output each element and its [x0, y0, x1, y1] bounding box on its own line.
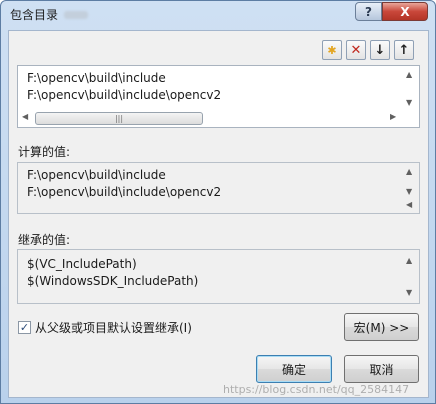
delete-button[interactable]: ✕: [346, 40, 366, 60]
horizontal-scrollbar[interactable]: ◀ ||| ▶: [18, 110, 404, 127]
inherited-label: 继承的值:: [18, 233, 71, 247]
move-down-icon: ↓: [374, 42, 386, 58]
macros-button[interactable]: 宏(M) >>: [344, 313, 419, 341]
scroll-left-icon[interactable]: ◀: [22, 112, 28, 121]
inherit-checkbox-label[interactable]: 从父级或项目默认设置继承(I): [35, 319, 192, 336]
inherited-item: $(VC_IncludePath): [27, 257, 137, 271]
watermark: https://blog.csdn.net/qq_2584147: [223, 383, 410, 396]
title-bar[interactable]: 包含目录 ? X: [1, 1, 435, 29]
checkmark-icon: ✓: [19, 321, 30, 334]
scroll-right-icon[interactable]: ▶: [390, 112, 396, 121]
new-line-icon: ✱: [327, 43, 337, 57]
inherited-list: $(VC_IncludePath) $(WindowsSDK_IncludePa…: [17, 249, 420, 304]
move-down-button[interactable]: ↓: [370, 40, 390, 60]
scroll-left-icon[interactable]: ◀: [406, 200, 412, 209]
close-button[interactable]: X: [382, 2, 428, 21]
evaluated-item: F:\opencv\build\include: [27, 168, 166, 182]
inherit-checkbox-row[interactable]: ✓ 从父级或项目默认设置继承(I): [18, 319, 192, 336]
scroll-up-icon[interactable]: ▲: [406, 256, 412, 265]
cancel-button[interactable]: 取消: [344, 355, 419, 383]
ok-button[interactable]: 确定: [256, 355, 332, 383]
inherit-checkbox[interactable]: ✓: [18, 321, 31, 334]
delete-icon: ✕: [350, 42, 362, 58]
scroll-up-icon[interactable]: ▲: [406, 167, 412, 176]
vertical-scrollbar[interactable]: ▲ ▼ ◀: [402, 163, 419, 213]
evaluated-item: F:\opencv\build\include\opencv2: [27, 185, 222, 199]
vertical-scrollbar[interactable]: ▲ ▼: [402, 66, 419, 112]
scroll-up-icon[interactable]: ▲: [406, 70, 412, 79]
new-line-button[interactable]: ✱: [322, 40, 342, 60]
title-blur: [64, 11, 88, 19]
move-up-button[interactable]: ↑: [394, 40, 414, 60]
directory-list[interactable]: F:\opencv\build\include F:\opencv\build\…: [17, 65, 420, 128]
scroll-thumb[interactable]: |||: [35, 112, 203, 125]
scroll-down-icon[interactable]: ▼: [406, 98, 412, 107]
evaluated-list: F:\opencv\build\include F:\opencv\build\…: [17, 162, 420, 214]
window-title: 包含目录: [10, 8, 59, 22]
scroll-down-icon[interactable]: ▼: [406, 288, 412, 297]
close-icon: X: [400, 4, 410, 19]
move-up-icon: ↑: [398, 42, 410, 58]
dialog-client: ✱ ✕ ↓ ↑ F:\opencv\build\include F:\openc…: [8, 30, 429, 398]
vertical-scrollbar[interactable]: ▲ ▼: [402, 250, 419, 303]
inherited-item: $(WindowsSDK_IncludePath): [27, 274, 199, 288]
dialog-window: 包含目录 ? X ✱ ✕ ↓ ↑ F:\opencv\build\include…: [0, 0, 436, 404]
scroll-down-icon[interactable]: ▼: [406, 187, 412, 196]
help-button[interactable]: ?: [355, 2, 382, 21]
directory-item[interactable]: F:\opencv\build\include\opencv2: [27, 88, 221, 102]
directory-item[interactable]: F:\opencv\build\include: [27, 71, 166, 85]
evaluated-label: 计算的值:: [18, 145, 71, 159]
